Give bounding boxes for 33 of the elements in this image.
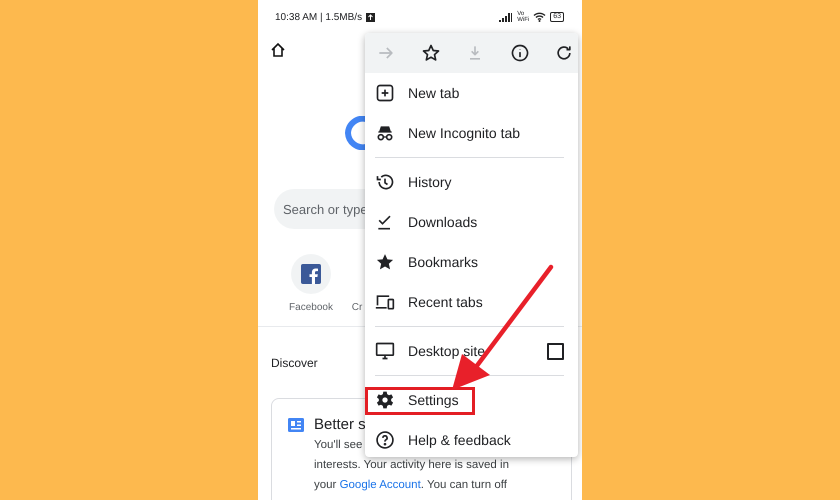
help-icon [375, 430, 395, 450]
star-icon [375, 252, 395, 272]
menu-item[interactable]: Settings [365, 380, 578, 420]
settings-icon [375, 390, 395, 410]
signal-icon [499, 12, 514, 22]
menu-item[interactable]: Desktop site [365, 331, 578, 371]
news-icon [288, 418, 304, 432]
card-title: Better s [314, 416, 366, 433]
notification-icon [366, 12, 376, 22]
discover-heading: Discover [271, 356, 318, 370]
menu-item[interactable]: Downloads [365, 202, 578, 242]
card-text: your Google Account. You can turn off [314, 478, 507, 493]
menu-item[interactable]: History [365, 162, 578, 202]
menu-item[interactable]: Recent tabs [365, 282, 578, 322]
info-icon [510, 43, 530, 63]
wifi-icon [533, 12, 546, 22]
shortcut-label[interactable]: Cr [352, 302, 362, 313]
home-icon[interactable] [270, 42, 286, 58]
facebook-icon[interactable] [301, 264, 321, 284]
history-icon [375, 172, 395, 192]
card-text: You'll see [314, 438, 362, 453]
menu-item[interactable]: New Incognito tab [365, 113, 578, 153]
card-text: interests. Your activity here is saved in [314, 458, 509, 473]
monitor-icon [375, 341, 395, 361]
plus-box-icon [375, 83, 395, 103]
status-time: 10:38 AM | 1.5MB/s [275, 12, 362, 22]
google-account-link[interactable]: Google Account [340, 479, 421, 491]
shortcut-label[interactable]: Facebook [289, 302, 333, 313]
checkbox[interactable] [547, 342, 564, 360]
star-icon [420, 43, 440, 63]
menu-item[interactable]: Bookmarks [365, 242, 578, 282]
menu-item[interactable]: New tab [365, 73, 578, 113]
menu-item[interactable]: Help & feedback [365, 420, 578, 457]
